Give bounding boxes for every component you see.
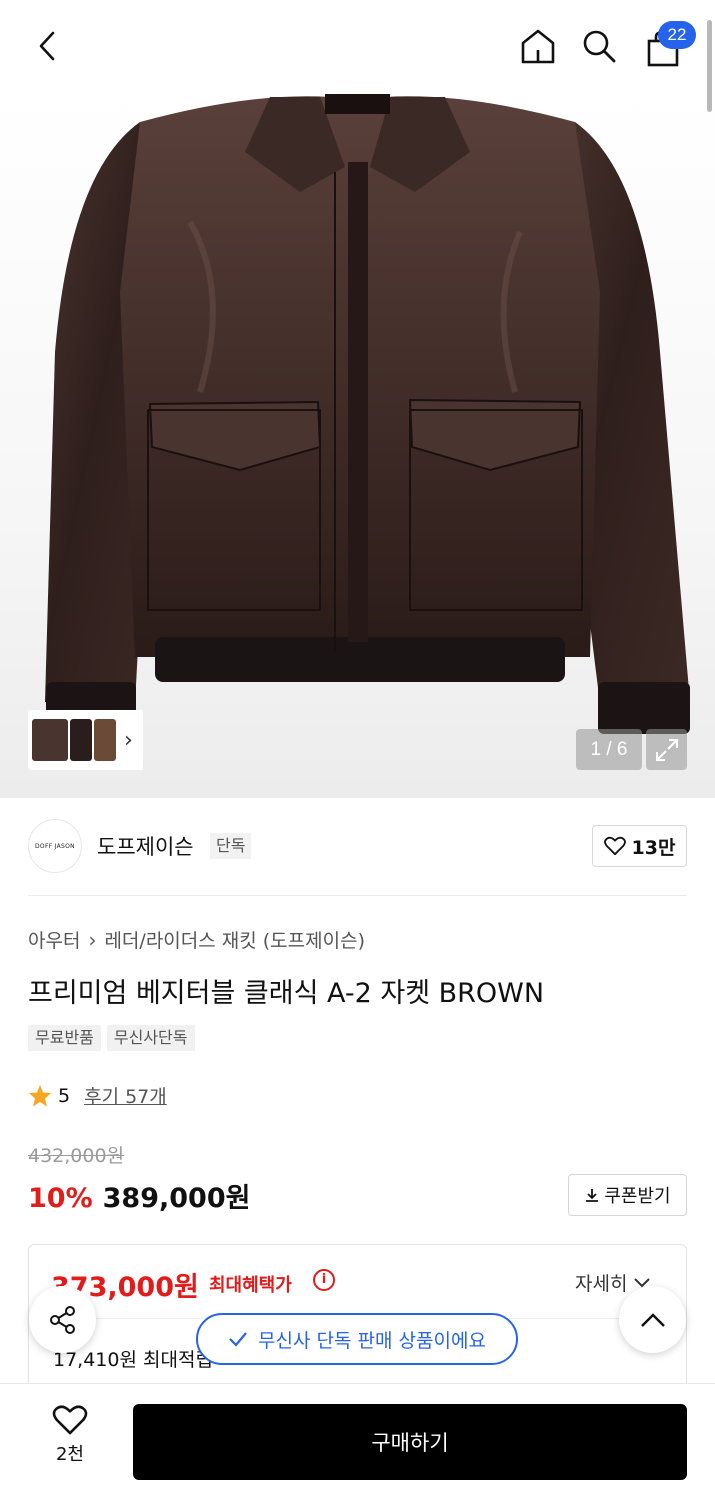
share-icon bbox=[49, 1305, 75, 1334]
expand-icon bbox=[655, 738, 678, 761]
product-badges: 무료반품 무신사단독 bbox=[28, 1025, 195, 1051]
thumbnail-jacket[interactable] bbox=[94, 719, 116, 761]
detail-label: 자세히 bbox=[575, 1273, 628, 1295]
wishlist-count: 2천 bbox=[55, 1444, 84, 1465]
home-icon bbox=[521, 29, 555, 64]
info-icon[interactable]: i bbox=[313, 1269, 335, 1291]
free-return-badge: 무료반품 bbox=[28, 1025, 101, 1051]
toast-text: 무신사 단독 판매 상품이에요 bbox=[258, 1329, 486, 1352]
share-button[interactable] bbox=[29, 1286, 96, 1353]
max-benefit-label: 최대혜택가 bbox=[209, 1275, 292, 1296]
brand-name[interactable]: 도프제이슨 bbox=[97, 831, 194, 861]
breadcrumb-item[interactable]: 아우터 bbox=[28, 926, 80, 953]
buy-button[interactable]: 구매하기 bbox=[133, 1404, 687, 1480]
divider bbox=[28, 895, 687, 896]
thumbnail-jacket[interactable] bbox=[32, 719, 68, 761]
exclusive-badge: 무신사단독 bbox=[106, 1025, 195, 1051]
brand-logo[interactable]: DOFF JASON bbox=[28, 819, 82, 873]
discount-rate: 10% bbox=[28, 1183, 93, 1214]
thumbnail-jacket[interactable] bbox=[70, 719, 92, 761]
exclusive-tag: 단독 bbox=[210, 833, 252, 859]
image-counter: 1 / 6 bbox=[576, 729, 642, 770]
heart-icon bbox=[52, 1405, 88, 1435]
chevron-left-icon bbox=[39, 31, 55, 61]
brand-like-button[interactable]: 13만 bbox=[592, 825, 687, 867]
heart-icon bbox=[603, 836, 626, 856]
check-icon bbox=[229, 1332, 247, 1347]
chevron-up-icon bbox=[640, 1312, 665, 1327]
brand-like-count: 13만 bbox=[631, 836, 676, 859]
original-price: 432,000원 bbox=[28, 1145, 125, 1167]
download-icon bbox=[586, 1189, 599, 1202]
scroll-top-button[interactable] bbox=[619, 1286, 686, 1353]
breadcrumb-item[interactable]: 레더/라이더스 재킷 (도프제이슨) bbox=[104, 926, 365, 953]
breadcrumb: 아우터 › 레더/라이더스 재킷 (도프제이슨) bbox=[28, 926, 365, 953]
top-app-bar: 22 bbox=[0, 0, 715, 92]
scrollbar[interactable] bbox=[707, 20, 712, 112]
image-thumbnails[interactable]: › bbox=[28, 710, 143, 770]
review-link[interactable]: 후기 57개 bbox=[84, 1082, 167, 1109]
cart-count-badge: 22 bbox=[658, 21, 696, 49]
leather-jacket-image bbox=[45, 94, 690, 734]
expand-button[interactable] bbox=[646, 729, 687, 770]
price-row: 10% 389,000원 bbox=[28, 1176, 250, 1215]
wishlist-button[interactable]: 2천 bbox=[30, 1404, 110, 1466]
star-icon bbox=[29, 1084, 51, 1106]
back-button[interactable] bbox=[26, 24, 70, 68]
bottom-action-bar: 2천 구매하기 bbox=[0, 1383, 715, 1501]
rating-score: 5 bbox=[58, 1084, 71, 1107]
chevron-right-icon: › bbox=[88, 927, 97, 952]
rating-row: 5 후기 57개 bbox=[28, 1082, 167, 1109]
sale-price: 389,000원 bbox=[102, 1183, 251, 1214]
coupon-button[interactable]: 쿠폰받기 bbox=[568, 1174, 687, 1216]
exclusive-toast: 무신사 단독 판매 상품이에요 bbox=[196, 1313, 518, 1365]
search-icon bbox=[583, 30, 616, 63]
thumbnail-arrow-icon[interactable]: › bbox=[124, 728, 133, 753]
home-button[interactable] bbox=[516, 24, 560, 68]
coupon-label: 쿠폰받기 bbox=[604, 1186, 671, 1207]
product-title: 프리미엄 베지터블 클래식 A-2 자켓 BROWN bbox=[28, 978, 545, 1009]
search-button[interactable] bbox=[577, 24, 621, 68]
product-image[interactable] bbox=[0, 92, 715, 798]
